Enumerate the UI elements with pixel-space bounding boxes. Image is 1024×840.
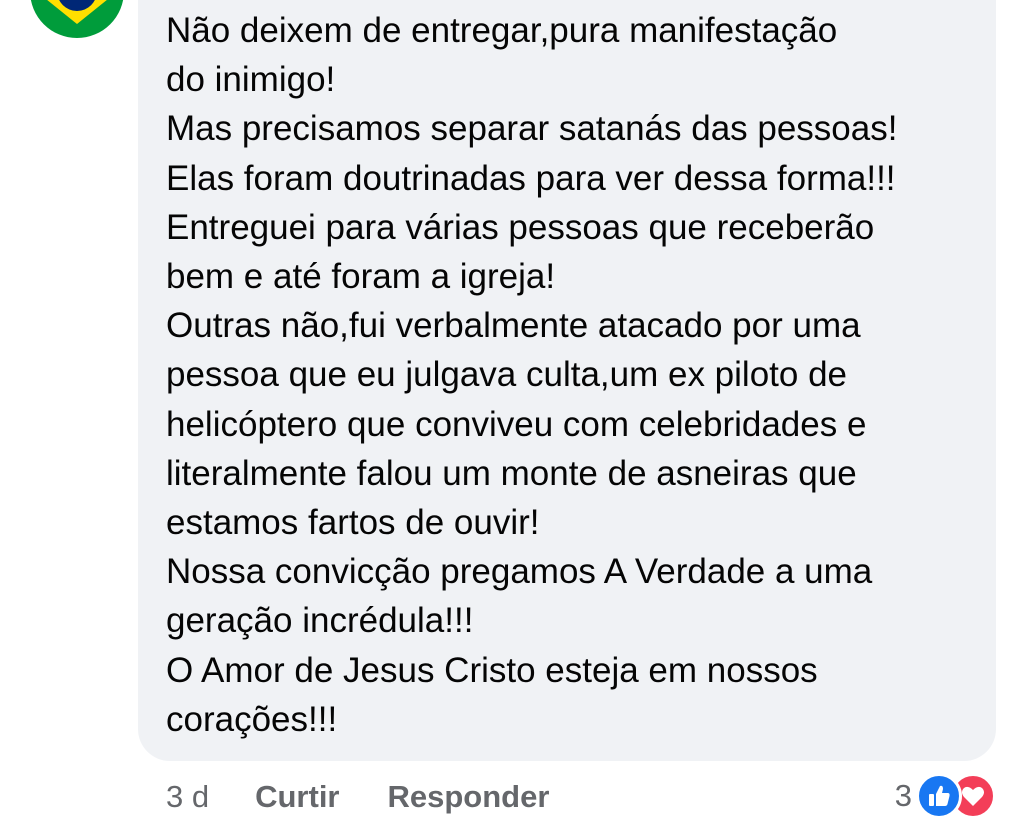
comment-line: Nossa convicção pregamos A Verdade a uma [166, 552, 873, 592]
comment-text: Não deixem de entregar,pura manifestação… [166, 6, 986, 744]
comment-line: estamos fartos de ouvir! [166, 503, 540, 543]
comment-line: corações!!! [166, 699, 338, 739]
timestamp[interactable]: 3 d [166, 779, 209, 815]
comment-line: bem e até foram a igreja! [166, 257, 556, 297]
comment-line: pessoa que eu julgava culta,um ex piloto… [166, 355, 848, 395]
reply-button[interactable]: Responder [388, 779, 550, 815]
comment-line: O Amor de Jesus Cristo esteja em nossos [166, 650, 818, 690]
comment-line: literalmente falou um monte de asneiras … [166, 453, 857, 493]
like-button[interactable]: Curtir [255, 779, 339, 815]
comment-line: geração incrédula!!! [166, 601, 474, 641]
comment-line: Outras não,fui verbalmente atacado por u… [166, 306, 861, 346]
reactions-summary[interactable]: 3 [895, 772, 996, 820]
comment-line: Elas foram doutrinadas para ver dessa fo… [166, 158, 896, 198]
comment-line: Mas precisamos separar satanás das pesso… [166, 109, 898, 149]
reaction-count: 3 [894, 778, 912, 813]
comment-line: do inimigo! [166, 60, 336, 100]
comment-line: Entreguei para várias pessoas que recebe… [166, 207, 875, 247]
avatar[interactable] [30, 0, 124, 38]
like-icon [916, 773, 962, 819]
brazil-flag-icon [30, 0, 124, 38]
comment-line: helicóptero que conviveu com celebridade… [166, 404, 867, 444]
comment-actions: 3 d Curtir Responder [166, 772, 597, 822]
comment-line: Não deixem de entregar,pura manifestação [166, 11, 838, 50]
